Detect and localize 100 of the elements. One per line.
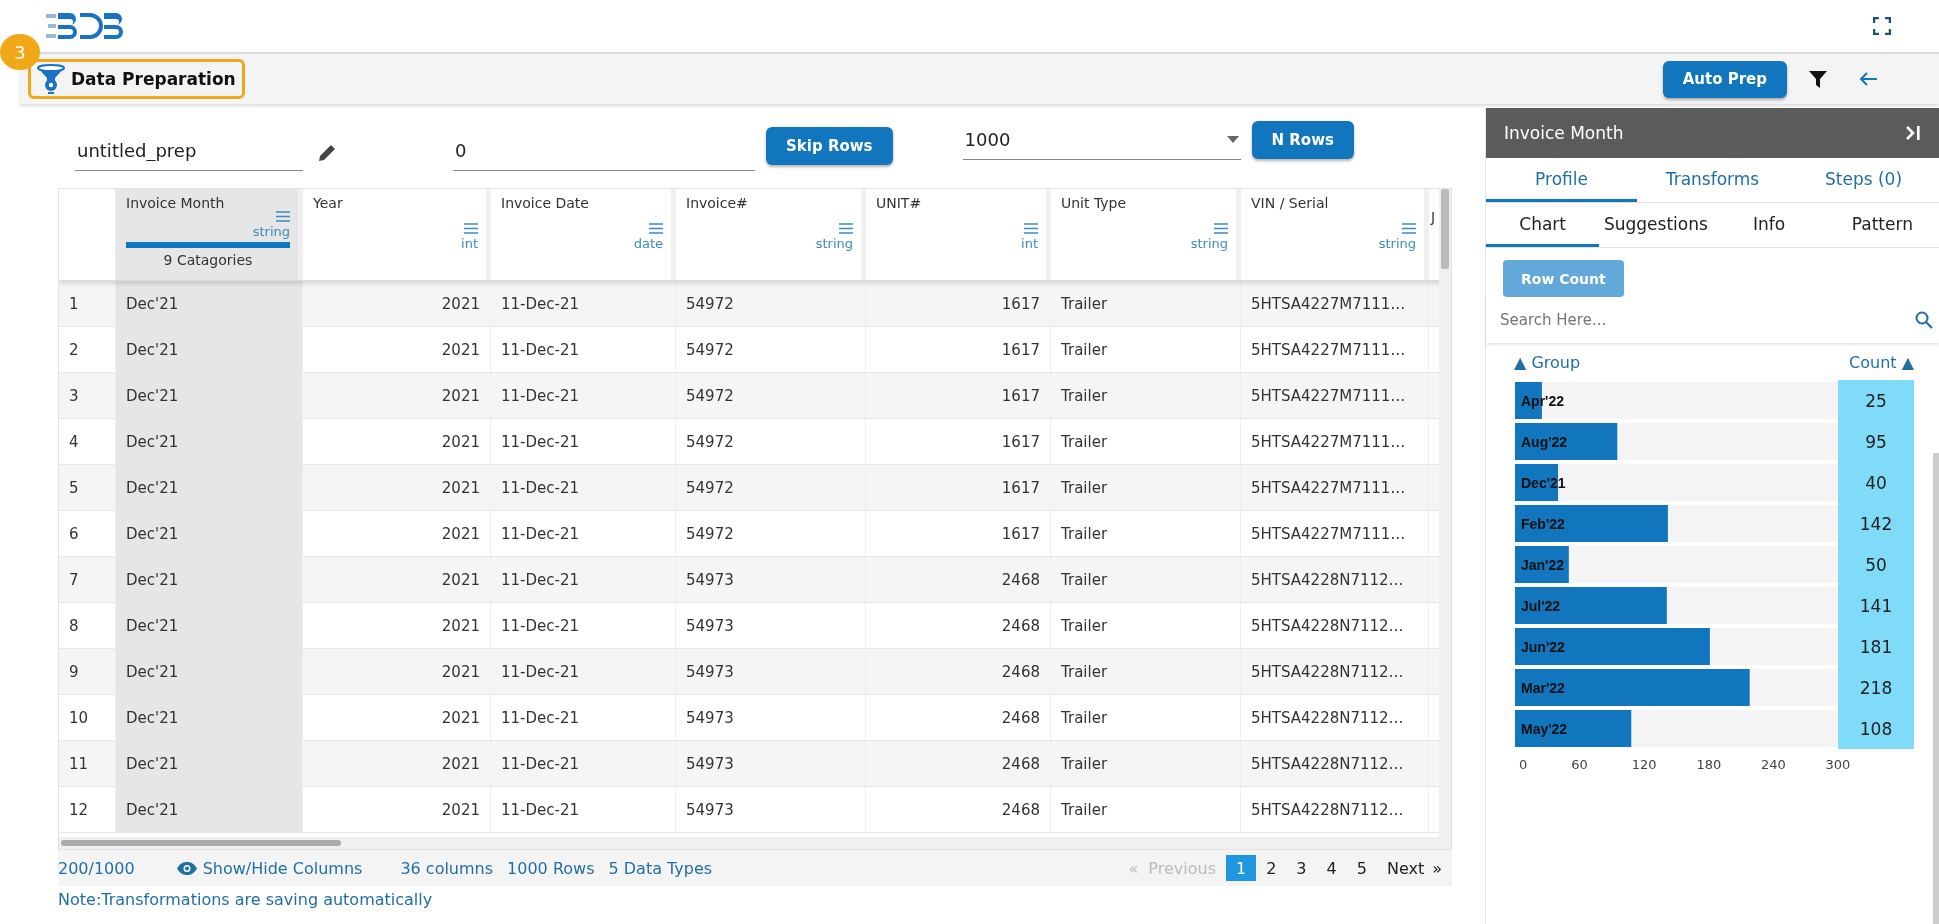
search-field[interactable]: Search Here... bbox=[1498, 310, 1915, 330]
table-cell: 2021 bbox=[303, 373, 491, 418]
table-cell: 2021 bbox=[303, 695, 491, 740]
table-cell: Trailer bbox=[1051, 557, 1241, 602]
table-cell: 5HTSA4228N7112… bbox=[1241, 557, 1429, 602]
table-cell: 2021 bbox=[303, 419, 491, 464]
tab[interactable]: Chart bbox=[1486, 203, 1600, 247]
table-cell: Trailer bbox=[1051, 465, 1241, 510]
table-cell: 2468 bbox=[866, 741, 1051, 786]
value-label: 141 bbox=[1859, 595, 1893, 616]
bar-label: Jul'22 bbox=[1521, 597, 1561, 614]
page-button[interactable]: 5 bbox=[1346, 855, 1377, 881]
tab[interactable]: Pattern bbox=[1825, 203, 1939, 247]
table-cell: Dec'21 bbox=[116, 787, 303, 832]
table-cell: 54972 bbox=[676, 373, 866, 418]
page-title: Data Preparation bbox=[71, 69, 236, 89]
table-cell: 2021 bbox=[303, 511, 491, 556]
bar-label: Mar'22 bbox=[1521, 679, 1565, 696]
table-cell: 2021 bbox=[303, 603, 491, 648]
table-cell: 1617 bbox=[866, 373, 1051, 418]
auto-prep-button[interactable]: Auto Prep bbox=[1662, 60, 1787, 98]
table-cell: 5HTSA4227M7111… bbox=[1241, 327, 1429, 372]
table-cell: 54972 bbox=[676, 327, 866, 372]
table-cell: 1617 bbox=[866, 419, 1051, 464]
next-marker: » bbox=[1431, 857, 1443, 880]
table-cell: 11-Dec-21 bbox=[491, 281, 676, 326]
table-cell: 54973 bbox=[676, 695, 866, 740]
tab[interactable]: Info bbox=[1712, 203, 1826, 247]
table-cell: 54972 bbox=[676, 465, 866, 510]
group-sort-header[interactable]: ▲ Group bbox=[1514, 353, 1581, 372]
skip-rows-button[interactable]: Skip Rows bbox=[766, 127, 893, 165]
table-cell: Dec'21 bbox=[116, 557, 303, 602]
table-cell: 2468 bbox=[866, 649, 1051, 694]
table-cell: Dec'21 bbox=[116, 695, 303, 740]
skip-rows-field[interactable]: 0 bbox=[453, 131, 755, 171]
bar-label: Jan'22 bbox=[1521, 556, 1565, 573]
table-cell: Trailer bbox=[1051, 511, 1241, 556]
table-cell: 54972 bbox=[676, 281, 866, 326]
table-cell: 5HTSA4228N7112… bbox=[1241, 741, 1429, 786]
table-cell: 54973 bbox=[676, 787, 866, 832]
table-cell: 5HTSA4228N7112… bbox=[1241, 649, 1429, 694]
name-field[interactable]: untitled_prep bbox=[75, 131, 303, 171]
table-cell: 54973 bbox=[676, 741, 866, 786]
table-cell: Trailer bbox=[1051, 741, 1241, 786]
table-cell: Dec'21 bbox=[116, 281, 303, 326]
bar-label: Jun'22 bbox=[1521, 638, 1565, 655]
table-cell: 11-Dec-21 bbox=[491, 373, 676, 418]
tick-label: 300 bbox=[1825, 757, 1851, 772]
value-label: 25 bbox=[1865, 390, 1887, 411]
table-cell: 5HTSA4228N7112… bbox=[1241, 695, 1429, 740]
tab[interactable]: Suggestions bbox=[1599, 203, 1713, 247]
table-cell: 11-Dec-21 bbox=[491, 741, 676, 786]
tab[interactable]: Transforms bbox=[1637, 158, 1788, 202]
next-button[interactable]: Next bbox=[1376, 855, 1429, 881]
n-rows-button[interactable]: N Rows bbox=[1251, 121, 1354, 159]
rows-select[interactable]: 1000 bbox=[962, 120, 1241, 160]
panel-title: Invoice Month bbox=[1504, 123, 1624, 143]
table-cell: Trailer bbox=[1051, 327, 1241, 372]
table-cell: 11-Dec-21 bbox=[491, 511, 676, 556]
table-cell: Trailer bbox=[1051, 649, 1241, 694]
table-cell: Dec'21 bbox=[116, 511, 303, 556]
table-cell: 2468 bbox=[866, 787, 1051, 832]
tick-label: 120 bbox=[1631, 757, 1657, 772]
table-cell: Dec'21 bbox=[116, 649, 303, 694]
tab[interactable]: Profile bbox=[1486, 158, 1637, 202]
table-cell: 11-Dec-21 bbox=[491, 557, 676, 602]
table-cell: 54972 bbox=[676, 419, 866, 464]
table-cell: Dec'21 bbox=[116, 741, 303, 786]
page-button[interactable]: 3 bbox=[1286, 855, 1317, 881]
tick-label: 240 bbox=[1761, 757, 1786, 772]
table-cell: 2021 bbox=[303, 465, 491, 510]
table-cell: 1617 bbox=[866, 465, 1051, 510]
table-cell: 11-Dec-21 bbox=[491, 465, 676, 510]
table-cell: 1617 bbox=[866, 281, 1051, 326]
table-cell: Trailer bbox=[1051, 281, 1241, 326]
page-button[interactable]: 4 bbox=[1316, 855, 1347, 881]
tick-label: 180 bbox=[1696, 757, 1722, 772]
stat-label: 5 Data Types bbox=[608, 858, 713, 878]
table-cell: Trailer bbox=[1051, 603, 1241, 648]
note-text: Note:Transformations are saving automatically bbox=[58, 889, 434, 909]
page-button[interactable]: 2 bbox=[1256, 855, 1287, 881]
table-cell: 54972 bbox=[676, 511, 866, 556]
tab[interactable]: Steps (0) bbox=[1788, 158, 1939, 202]
table-cell: 11-Dec-21 bbox=[491, 695, 676, 740]
show-hide-columns-link[interactable]: Show/Hide Columns bbox=[176, 858, 363, 878]
previous-marker: « bbox=[1127, 857, 1139, 880]
column-header[interactable]: J bbox=[1431, 209, 1441, 225]
column-header[interactable]: Invoice Month string 9 Catagories bbox=[116, 189, 303, 280]
table-cell: Dec'21 bbox=[116, 603, 303, 648]
table-cell: Trailer bbox=[1051, 373, 1241, 418]
value-label: 142 bbox=[1859, 513, 1893, 534]
table-cell: 2468 bbox=[866, 557, 1051, 602]
table-cell: Trailer bbox=[1051, 695, 1241, 740]
table-cell: 2021 bbox=[303, 327, 491, 372]
table-cell: 54973 bbox=[676, 649, 866, 694]
table-cell: 2468 bbox=[866, 695, 1051, 740]
table-cell: Trailer bbox=[1051, 787, 1241, 832]
count-sort-header[interactable]: Count ▲ bbox=[1849, 353, 1914, 372]
tick-label: 60 bbox=[1571, 757, 1588, 772]
bar-label: Aug'22 bbox=[1521, 433, 1568, 450]
